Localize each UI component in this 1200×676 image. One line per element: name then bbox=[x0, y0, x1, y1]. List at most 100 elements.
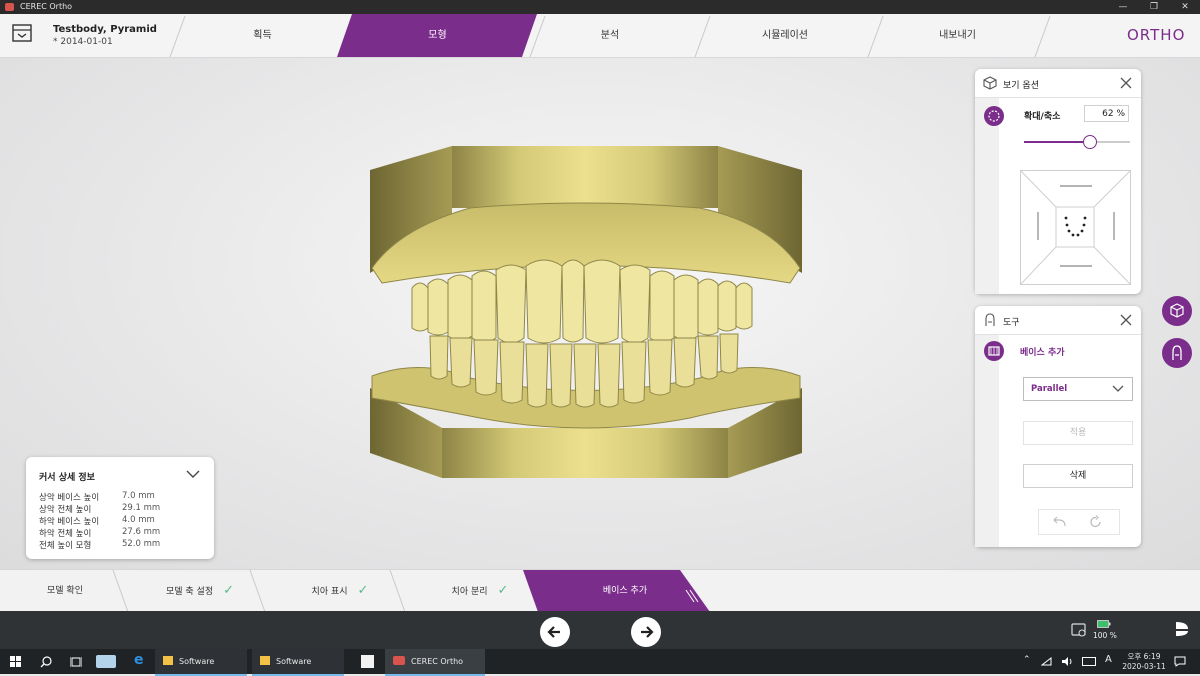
step-label: 모델 확인 bbox=[47, 586, 83, 596]
panel-side-strip bbox=[975, 98, 999, 294]
tools-icon bbox=[1172, 345, 1182, 360]
battery-icon bbox=[1097, 620, 1111, 628]
taskbar-label: Software bbox=[276, 657, 312, 666]
step-label: 치아 표시 bbox=[311, 587, 348, 597]
undo-icon[interactable] bbox=[1053, 516, 1067, 528]
zoom-slider-handle[interactable] bbox=[1082, 135, 1097, 149]
taskbar-item[interactable]: Software bbox=[155, 649, 247, 676]
zoom-slider-fill bbox=[1024, 141, 1090, 143]
tab-label: 내보내기 bbox=[939, 30, 976, 41]
zoom-label: 확대/축소 bbox=[1024, 112, 1061, 122]
zoom-value-field[interactable]: 62 % bbox=[1084, 105, 1129, 122]
cube-icon bbox=[983, 76, 997, 90]
navigation-bar: 100 % bbox=[0, 611, 1200, 649]
battery-level: 100 % bbox=[1093, 631, 1117, 640]
select-value: Parallel bbox=[1031, 384, 1068, 394]
app-icon bbox=[393, 656, 405, 665]
step-tooth-separation[interactable]: 치아 분리 ✓ bbox=[430, 570, 530, 612]
device-icon[interactable] bbox=[1071, 622, 1087, 638]
check-icon: ✓ bbox=[223, 583, 235, 598]
taskbar-item[interactable]: CEREC Ortho bbox=[385, 649, 485, 676]
input-method-indicator[interactable]: A bbox=[1105, 654, 1112, 665]
info-label: 상악 베이스 높이 bbox=[39, 493, 100, 503]
info-value: 4.0 mm bbox=[122, 515, 155, 525]
project-icon[interactable] bbox=[12, 24, 32, 42]
tab-label: 시뮬레이션 bbox=[762, 30, 808, 41]
tool-name: 베이스 추가 bbox=[1020, 348, 1065, 358]
chevron-down-icon bbox=[1112, 385, 1124, 392]
info-value: 29.1 mm bbox=[122, 503, 161, 513]
info-label: 하악 베이스 높이 bbox=[39, 517, 100, 527]
notification-icon[interactable] bbox=[1174, 656, 1186, 667]
close-icon[interactable] bbox=[1120, 314, 1132, 326]
app-icon bbox=[5, 3, 14, 11]
window-title: CEREC Ortho bbox=[20, 2, 73, 11]
minimize-icon[interactable]: — bbox=[1112, 1, 1134, 13]
clock-date[interactable]: 2020-03-11 bbox=[1120, 662, 1168, 671]
tab-label: 분석 bbox=[600, 30, 620, 41]
tab-simulation[interactable]: 시뮬레이션 bbox=[710, 14, 860, 57]
check-icon: ✓ bbox=[357, 583, 369, 598]
cursor-detail-panel: 커서 상세 정보 상악 베이스 높이 7.0 mm 상악 전체 높이 29.1 … bbox=[26, 457, 214, 559]
step-add-base[interactable]: 베이스 추가 bbox=[560, 570, 690, 612]
brand-logo: ORTHO bbox=[1127, 26, 1186, 44]
previous-step-button[interactable] bbox=[540, 617, 570, 647]
project-name: Testbody, Pyramid bbox=[53, 24, 157, 35]
delete-button[interactable]: 삭제 bbox=[1023, 464, 1133, 488]
edge-icon[interactable]: e bbox=[134, 652, 144, 668]
taskbar-label: Software bbox=[179, 657, 215, 666]
base-type-select[interactable]: Parallel bbox=[1023, 377, 1133, 401]
restore-icon[interactable]: ❐ bbox=[1143, 1, 1165, 13]
panel-title: 보기 옵션 bbox=[1003, 81, 1039, 91]
tab-label: 모형 bbox=[428, 30, 447, 41]
search-icon[interactable] bbox=[40, 656, 52, 668]
task-view-icon[interactable] bbox=[70, 656, 82, 668]
folder-icon bbox=[260, 656, 270, 665]
dentsply-logo-icon bbox=[1176, 622, 1188, 636]
apply-button[interactable]: 적용 bbox=[1023, 421, 1133, 445]
clock-time[interactable]: 오후 6:19 bbox=[1124, 651, 1164, 662]
tab-export[interactable]: 내보내기 bbox=[885, 14, 1030, 57]
step-model-axis[interactable]: 모델 축 설정 ✓ bbox=[150, 570, 250, 612]
taskbar-item[interactable]: Software bbox=[252, 649, 344, 676]
view-options-toggle-button[interactable] bbox=[1162, 296, 1192, 326]
step-tooth-marking[interactable]: 치아 표시 ✓ bbox=[290, 570, 390, 612]
view-orientation-cube[interactable] bbox=[1020, 170, 1132, 286]
step-bar: 모델 확인 모델 축 설정 ✓ 치아 표시 ✓ 치아 분리 ✓ 베이스 추가 bbox=[0, 569, 1200, 612]
app-icon[interactable] bbox=[96, 655, 116, 668]
chevron-down-icon[interactable] bbox=[186, 469, 200, 479]
check-icon: ✓ bbox=[497, 583, 509, 598]
close-window-icon[interactable]: ✕ bbox=[1174, 1, 1196, 13]
next-step-button[interactable] bbox=[631, 617, 661, 647]
reset-icon[interactable] bbox=[1089, 515, 1103, 529]
store-icon[interactable] bbox=[361, 655, 374, 668]
arrow-right-icon bbox=[641, 626, 654, 638]
network-icon[interactable] bbox=[1041, 657, 1052, 666]
zoom-tool-icon[interactable] bbox=[984, 106, 1004, 126]
panel-header: 도구 bbox=[975, 306, 1141, 335]
info-label: 하악 전체 높이 bbox=[39, 529, 92, 539]
arrow-left-icon bbox=[547, 626, 560, 638]
info-value: 27.6 mm bbox=[122, 527, 161, 537]
folder-icon bbox=[163, 656, 173, 665]
chevron-up-icon[interactable]: ⌃ bbox=[1023, 655, 1031, 665]
os-taskbar: e Software Software CEREC Ortho ⌃ A 오후 6… bbox=[0, 649, 1200, 676]
tab-acquire[interactable]: 획득 bbox=[190, 14, 335, 57]
step-label: 치아 분리 bbox=[451, 587, 488, 597]
panel-title: 커서 상세 정보 bbox=[39, 473, 95, 483]
close-icon[interactable] bbox=[1120, 77, 1132, 89]
add-base-tool-icon[interactable] bbox=[984, 341, 1004, 361]
panel-header: 보기 옵션 bbox=[975, 69, 1141, 98]
step-model-check[interactable]: 모델 확인 bbox=[20, 570, 110, 612]
volume-icon[interactable] bbox=[1061, 656, 1073, 667]
panel-side-strip bbox=[975, 335, 999, 547]
windows-start-icon[interactable] bbox=[10, 656, 21, 667]
keyboard-icon[interactable] bbox=[1082, 657, 1096, 666]
tab-analysis[interactable]: 분석 bbox=[540, 14, 680, 57]
tab-label: 획득 bbox=[253, 30, 272, 41]
taskbar-label: CEREC Ortho bbox=[411, 657, 464, 666]
tools-toggle-button[interactable] bbox=[1162, 338, 1192, 368]
info-value: 52.0 mm bbox=[122, 539, 161, 549]
tab-model[interactable]: 모형 bbox=[355, 14, 520, 57]
view-options-panel: 보기 옵션 확대/축소 62 % bbox=[975, 69, 1141, 294]
